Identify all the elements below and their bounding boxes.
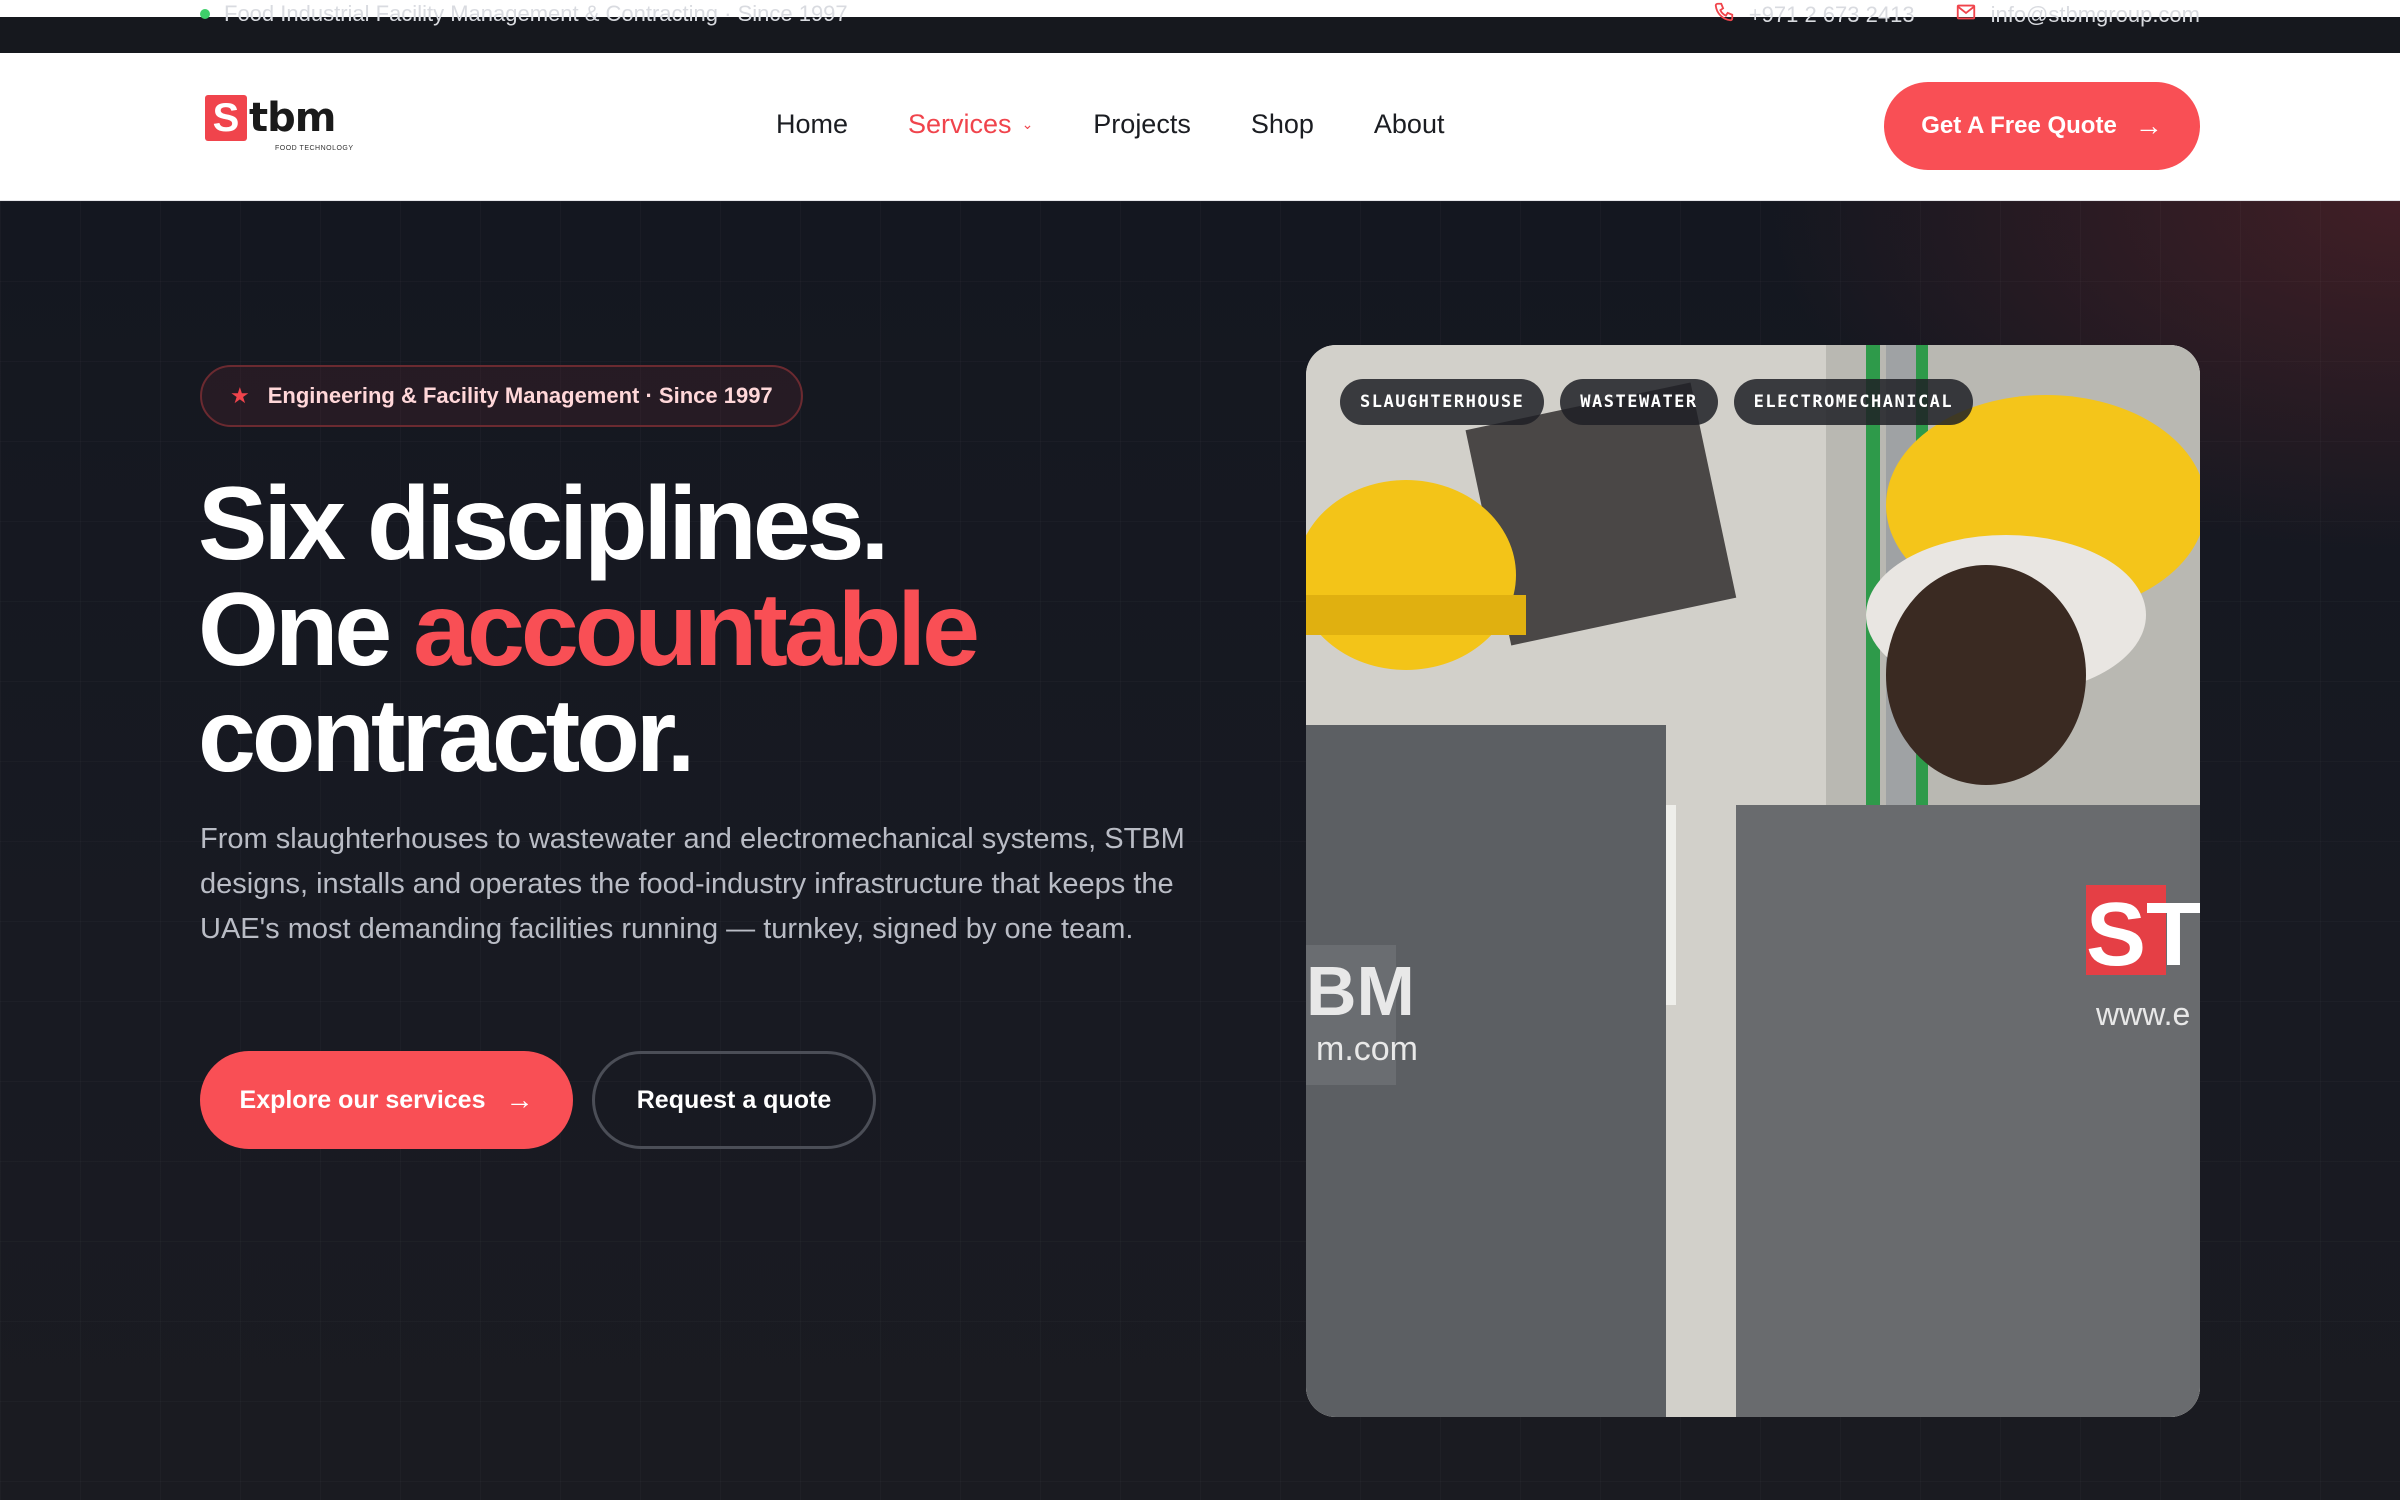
hero-section: ★ Engineering & Facility Management · Si… (0, 201, 2400, 1500)
hero-badge: ★ Engineering & Facility Management · Si… (200, 365, 803, 427)
headline-line-2-prefix: One (198, 572, 392, 688)
nav-projects[interactable]: Projects (1093, 109, 1191, 140)
arrow-right-icon: → (2134, 110, 2163, 141)
mail-icon (1955, 1, 1977, 29)
logo-subtitle: FOOD TECHNOLOGY (275, 145, 354, 152)
email-link[interactable]: info@stbmgroup.com (1955, 1, 2200, 29)
top-bar-contacts: +971 2 673 2413 info@stbmgroup.com (1713, 1, 2200, 29)
nav-services[interactable]: Services ⌄ (908, 109, 1033, 140)
phone-icon (1713, 1, 1735, 29)
nav-home[interactable]: Home (776, 109, 848, 140)
tag-wastewater: WASTEWATER (1560, 379, 1718, 425)
nav-about[interactable]: About (1374, 109, 1445, 140)
phone-number: +971 2 673 2413 (1748, 2, 1915, 27)
explore-services-label: Explore our services (239, 1085, 486, 1114)
free-quote-label: Get A Free Quote (1921, 112, 2117, 139)
top-bar-tagline-group: Food Industrial Facility Management & Co… (200, 1, 848, 27)
top-bar: Food Industrial Facility Management & Co… (0, 0, 2400, 53)
headline-line-1: Six disciplines. (198, 466, 889, 582)
logo-mark: S (205, 95, 247, 141)
headline-line-2: One accountable (198, 577, 980, 683)
chevron-down-icon: ⌄ (1021, 116, 1034, 132)
svg-text:m.com: m.com (1316, 1030, 1418, 1068)
photo-tags: SLAUGHTERHOUSE WASTEWATER ELECTROMECHANI… (1340, 379, 1974, 425)
hero-badge-text: Engineering & Facility Management · Sinc… (267, 383, 773, 408)
phone-link[interactable]: +971 2 673 2413 (1713, 1, 1915, 29)
svg-text:ST: ST (2086, 885, 2200, 985)
status-dot (200, 9, 210, 19)
hero-photo: BM m.com ST www.e SLAUGHTERHOUSE WASTEWA… (1306, 345, 2200, 1417)
svg-text:www.e: www.e (2095, 996, 2190, 1032)
headline-accent: accountable (413, 572, 980, 688)
main-nav: Home Services ⌄ Projects Shop About (776, 109, 1444, 140)
request-quote-button[interactable]: Request a quote (592, 1051, 876, 1149)
explore-services-button[interactable]: Explore our services → (200, 1051, 573, 1149)
nav-shop[interactable]: Shop (1251, 109, 1314, 140)
workers-photo-illustration: BM m.com ST www.e (1306, 345, 2200, 1417)
free-quote-button[interactable]: Get A Free Quote → (1884, 82, 2200, 170)
request-quote-label: Request a quote (636, 1085, 832, 1114)
nav-services-label: Services (908, 109, 1012, 139)
tag-electromechanical: ELECTROMECHANICAL (1733, 379, 1974, 425)
hero-headline: Six disciplines. One accountable contrac… (198, 466, 980, 794)
hero-description: From slaughterhouses to wastewater and e… (200, 823, 1185, 945)
main-header: S tbm FOOD TECHNOLOGY Home Services ⌄ Pr… (0, 53, 2400, 201)
headline-line-3: contractor. (198, 678, 695, 794)
star-icon: ★ (230, 383, 250, 408)
svg-text:BM: BM (1306, 952, 1415, 1030)
top-bar-tagline: Food Industrial Facility Management & Co… (224, 1, 848, 26)
arrow-right-icon: → (505, 1084, 534, 1115)
tag-slaughterhouse: SLAUGHTERHOUSE (1340, 379, 1545, 425)
logo-wordmark: tbm (249, 95, 336, 141)
email-address: info@stbmgroup.com (1990, 2, 2200, 27)
logo[interactable]: S tbm FOOD TECHNOLOGY (205, 95, 353, 152)
